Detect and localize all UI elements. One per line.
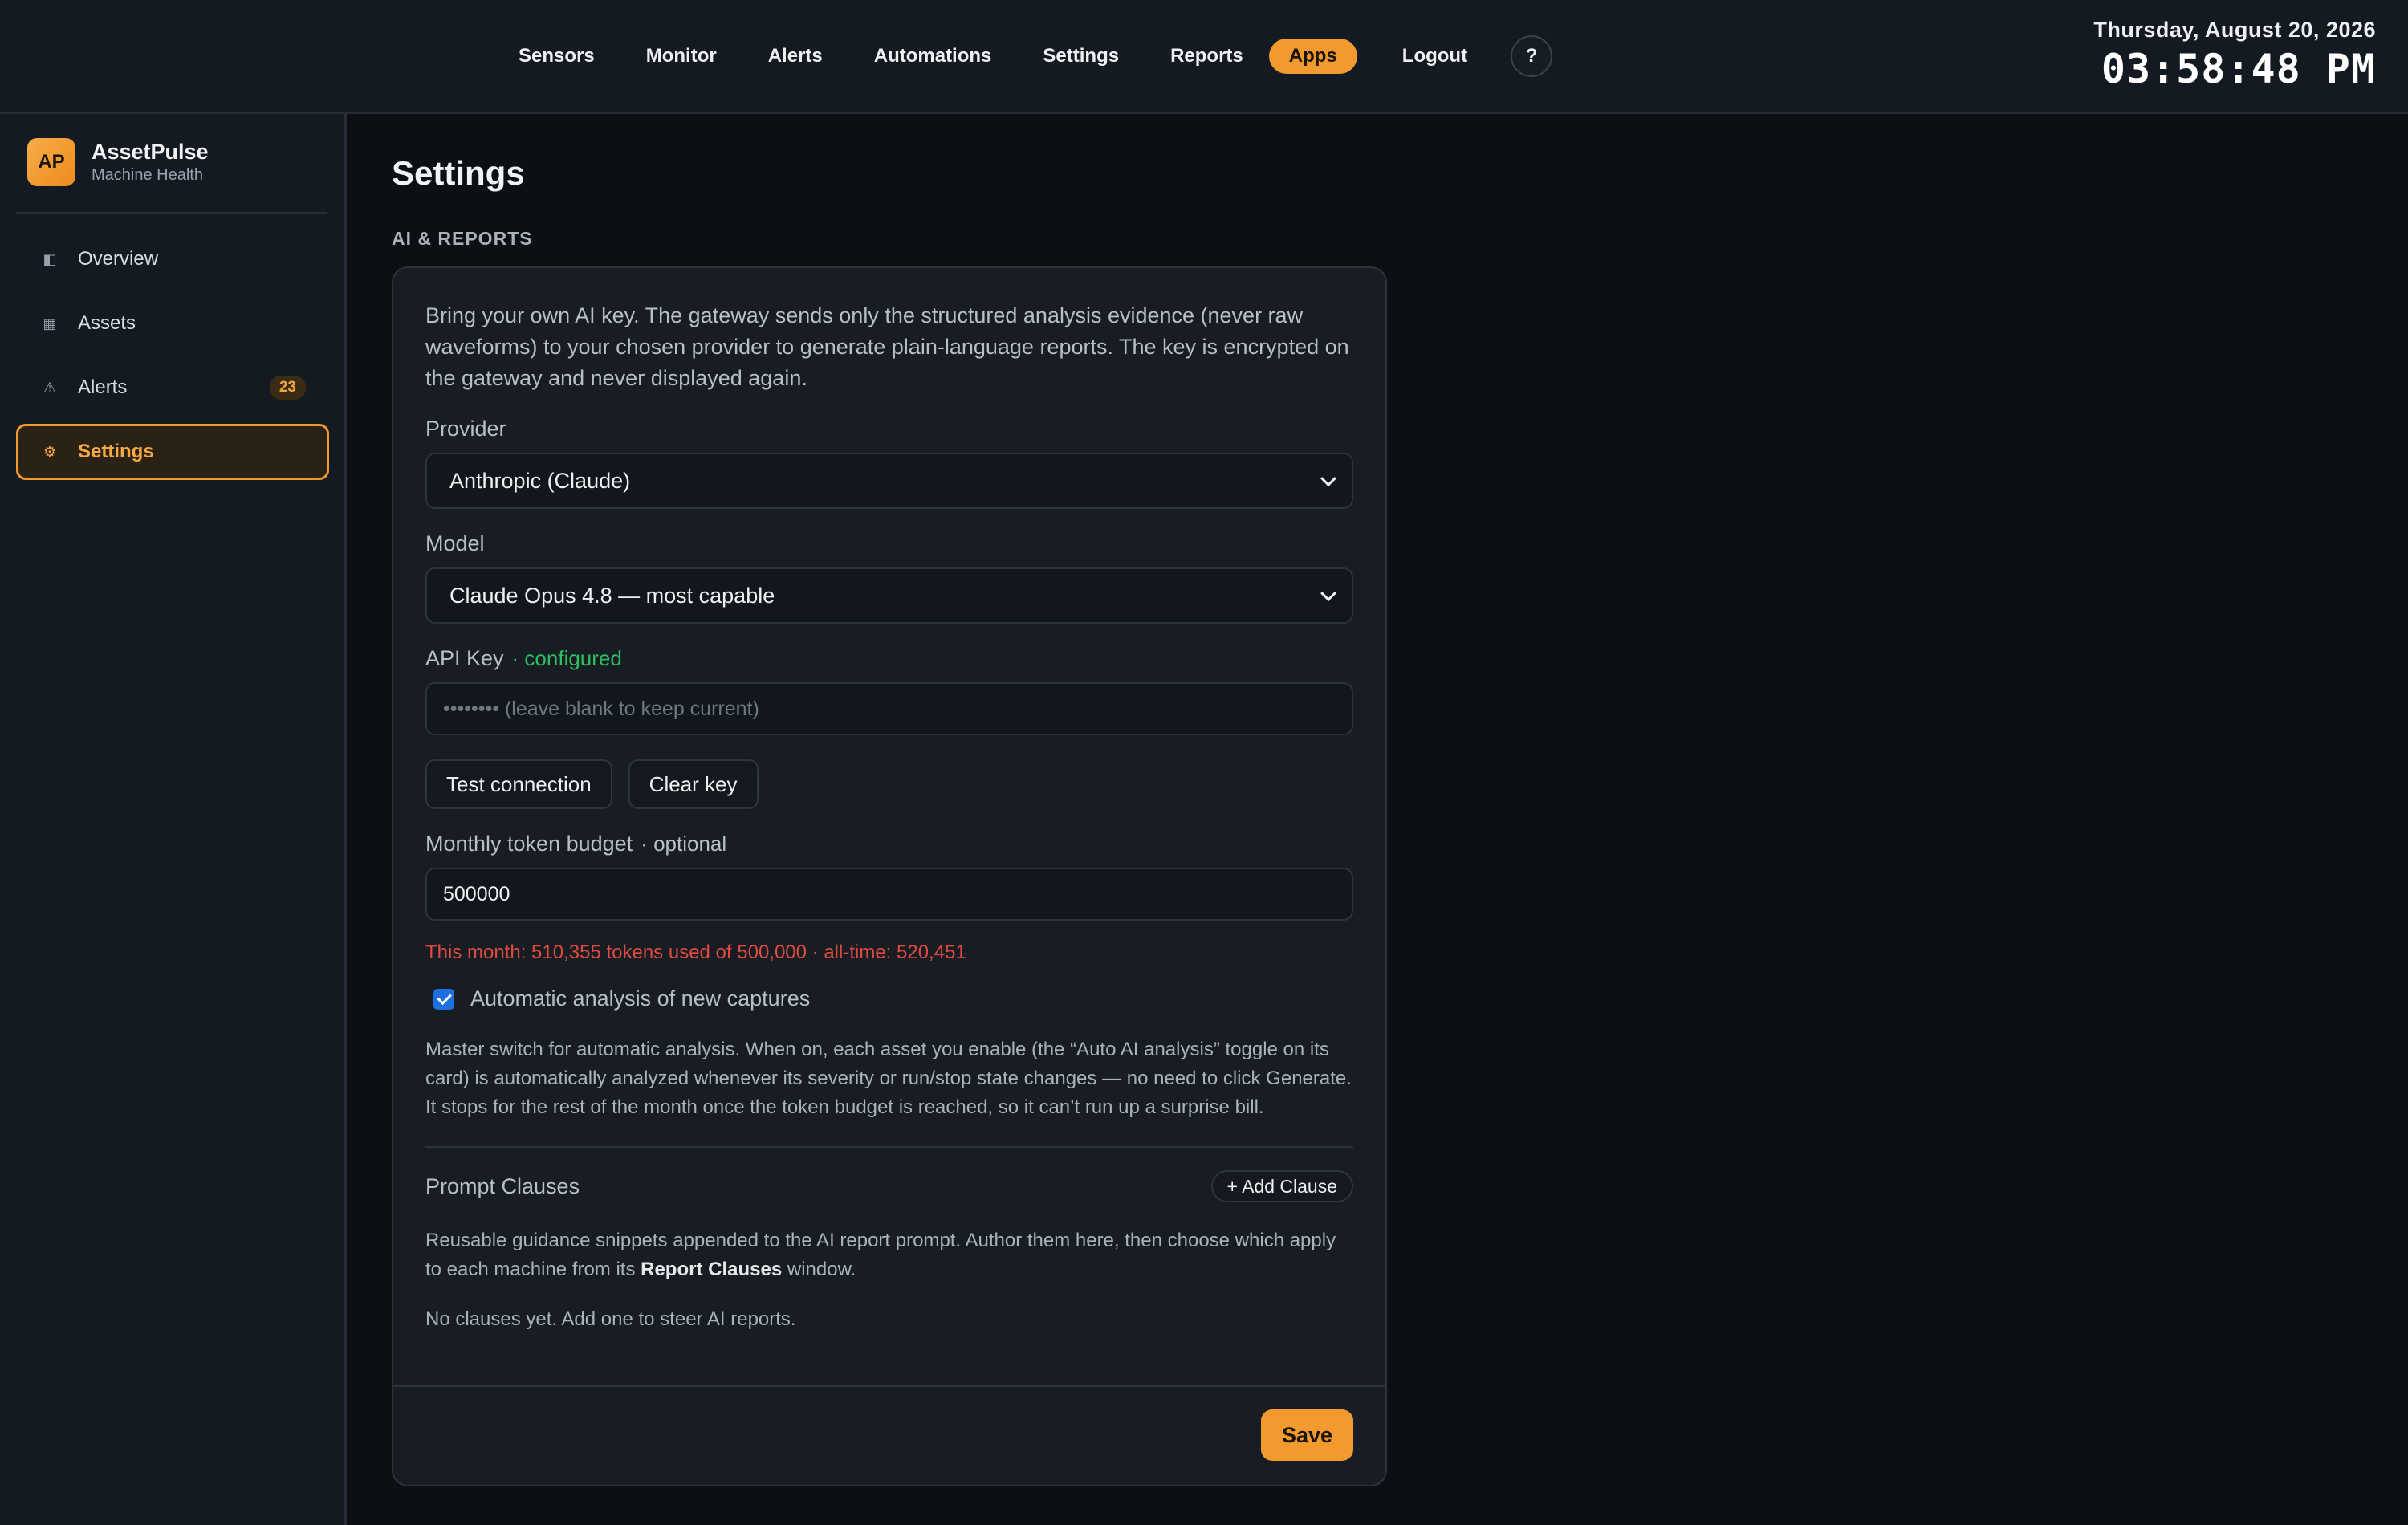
save-button[interactable]: Save: [1260, 1409, 1353, 1461]
auto-analysis-row: Automatic analysis of new captures: [425, 986, 1353, 1011]
auto-analysis-label: Automatic analysis of new captures: [470, 986, 811, 1011]
card-footer: Save: [393, 1385, 1385, 1485]
assets-icon: ▦: [43, 315, 57, 331]
api-key-input[interactable]: [425, 682, 1353, 735]
no-clauses-text: No clauses yet. Add one to steer AI repo…: [425, 1308, 796, 1330]
top-nav: Sensors Monitor Alerts Automations Setti…: [493, 35, 1553, 77]
sidebar-divider: [16, 212, 327, 214]
clear-key-button[interactable]: Clear key: [628, 759, 759, 809]
brand-subtitle: Machine Health: [92, 166, 203, 184]
brand-name: AssetPulse: [92, 140, 209, 164]
budget-optional: · optional: [641, 832, 727, 856]
nav-alerts[interactable]: Alerts: [742, 39, 848, 74]
report-clauses-emphasis: Report Clauses: [641, 1259, 783, 1280]
top-bar: Sensors Monitor Alerts Automations Setti…: [0, 0, 2408, 114]
provider-value: Anthropic (Claude): [449, 468, 631, 493]
help-button[interactable]: ?: [1511, 35, 1553, 77]
sidebar-item-overview[interactable]: ◧ Overview: [16, 231, 329, 287]
section-divider: [425, 1146, 1353, 1148]
clauses-description: Reusable guidance snippets appended to t…: [425, 1230, 1336, 1280]
sidebar-item-label: Settings: [78, 441, 154, 462]
api-key-label: API Key · configured: [425, 646, 1353, 671]
auto-analysis-help: Master switch for automatic analysis. Wh…: [425, 1039, 1352, 1118]
provider-label: Provider: [425, 417, 506, 441]
overview-icon: ◧: [43, 250, 57, 267]
page-title: Settings: [392, 154, 525, 192]
api-key-status: · configured: [511, 646, 622, 670]
add-clause-button[interactable]: + Add Clause: [1210, 1170, 1353, 1202]
provider-select[interactable]: Anthropic (Claude): [425, 453, 1353, 509]
clauses-header: Prompt Clauses + Add Clause: [425, 1170, 1353, 1202]
model-select[interactable]: Claude Opus 4.8 — most capable: [425, 567, 1353, 624]
test-connection-button[interactable]: Test connection: [425, 759, 612, 809]
key-actions: Test connection Clear key: [425, 759, 1353, 809]
sidebar-item-assets[interactable]: ▦ Assets: [16, 295, 329, 352]
budget-label: Monthly token budget · optional: [425, 832, 1353, 856]
auto-analysis-checkbox[interactable]: [433, 988, 454, 1010]
sidebar-item-label: Overview: [78, 248, 159, 270]
section-label: AI & REPORTS: [392, 228, 533, 249]
clock-time: 03:58:48 PM: [2101, 46, 2376, 92]
nav-logout[interactable]: Logout: [1377, 39, 1493, 74]
alert-triangle-icon: ⚠: [43, 379, 57, 396]
clock: Thursday, August 20, 2026 03:58:48 PM: [2093, 18, 2376, 92]
nav-sensors[interactable]: Sensors: [493, 39, 620, 74]
alerts-count-badge: 23: [269, 376, 306, 400]
sidebar-item-alerts[interactable]: ⚠ Alerts 23: [16, 360, 329, 416]
sidebar-item-settings[interactable]: ⚙ Settings: [16, 424, 329, 480]
budget-label-text: Monthly token budget: [425, 832, 633, 856]
model-value: Claude Opus 4.8 — most capable: [449, 583, 775, 608]
nav-monitor[interactable]: Monitor: [620, 39, 742, 74]
clauses-title: Prompt Clauses: [425, 1173, 580, 1198]
intro-text: Bring your own AI key. The gateway sends…: [425, 303, 1349, 390]
token-usage-text: This month: 510,355 tokens used of 500,0…: [425, 941, 966, 963]
sidebar-item-label: Assets: [78, 312, 136, 334]
chevron-down-icon: [1320, 585, 1336, 602]
sidebar-item-label: Alerts: [78, 376, 128, 398]
nav-reports[interactable]: Reports: [1145, 39, 1269, 74]
gear-icon: ⚙: [43, 443, 57, 460]
ai-reports-card: Bring your own AI key. The gateway sends…: [392, 266, 1387, 1486]
nav-automations[interactable]: Automations: [848, 39, 1018, 74]
help-icon: ?: [1525, 45, 1538, 67]
clock-date: Thursday, August 20, 2026: [2093, 18, 2376, 42]
sidebar: AP AssetPulse Machine Health ◧ Overview …: [0, 114, 347, 1525]
api-key-label-text: API Key: [425, 646, 504, 670]
brand: AP AssetPulse Machine Health: [27, 138, 209, 186]
nav-apps[interactable]: Apps: [1268, 39, 1357, 74]
nav-settings[interactable]: Settings: [1017, 39, 1145, 74]
chevron-down-icon: [1320, 470, 1336, 487]
model-label: Model: [425, 531, 485, 555]
sidebar-nav: ◧ Overview ▦ Assets ⚠ Alerts 23 ⚙ Settin…: [16, 231, 329, 488]
brand-logo: AP: [27, 138, 75, 186]
budget-input[interactable]: [425, 868, 1353, 921]
